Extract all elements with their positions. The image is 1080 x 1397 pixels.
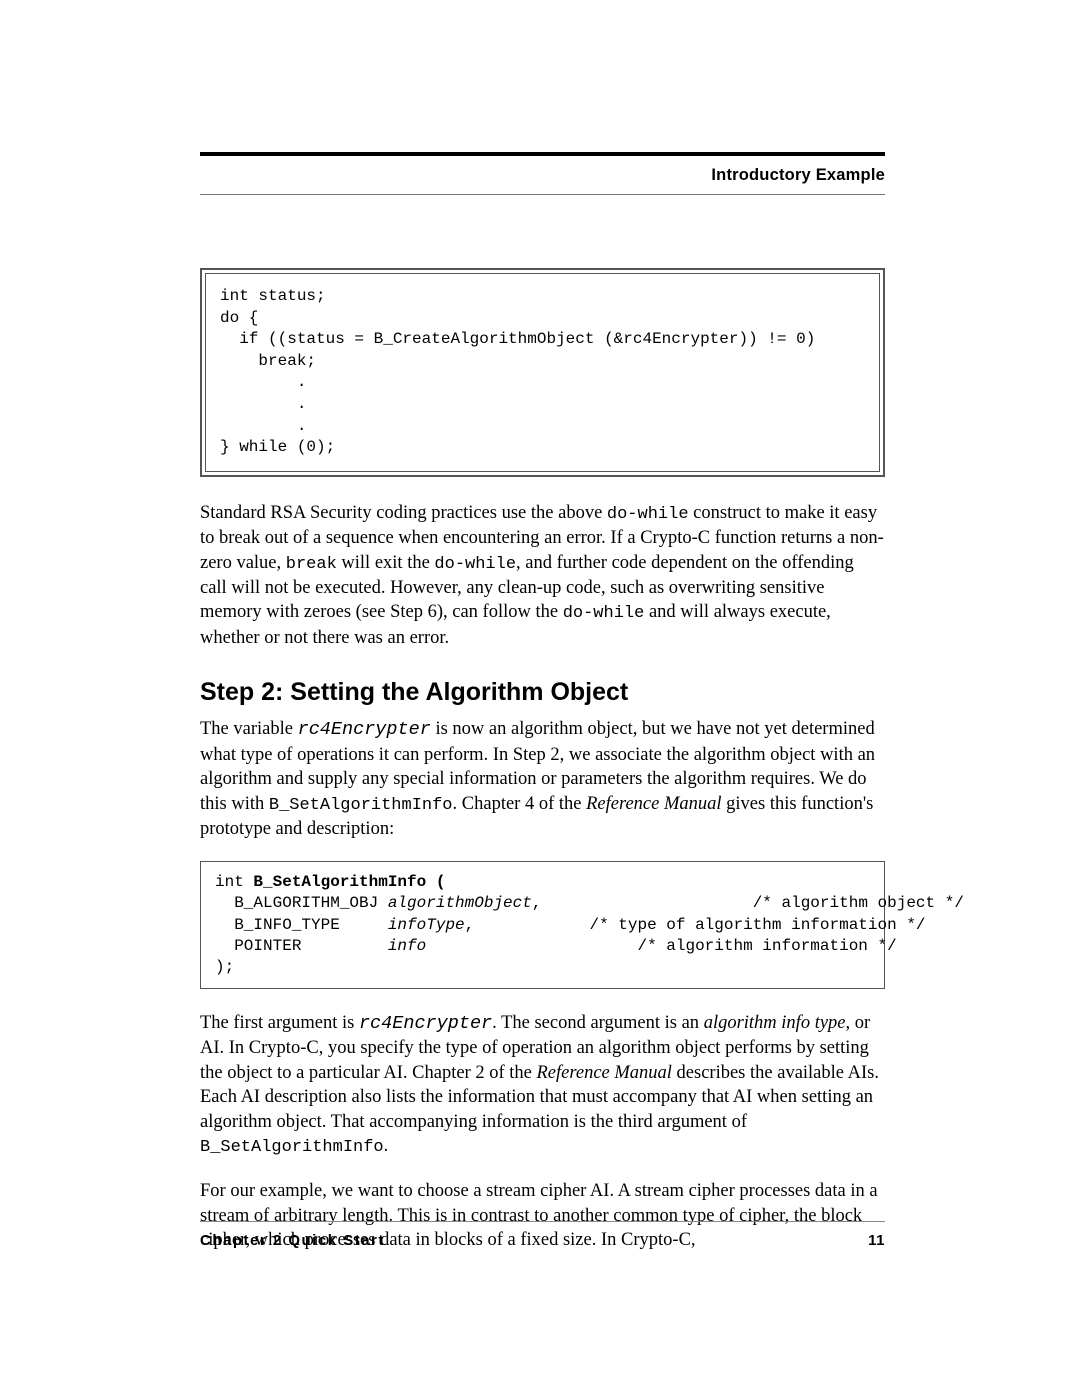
text: The variable (200, 719, 298, 739)
code-text: B_ALGORITHM_OBJ (215, 894, 388, 912)
top-thin-rule (200, 194, 885, 195)
heading-step2: Step 2: Setting the Algorithm Object (200, 678, 885, 707)
code-text: B_INFO_TYPE (215, 916, 388, 934)
footer-chapter: Chapter 2 Quick Start (200, 1232, 385, 1249)
code-inline: do-while (434, 555, 516, 574)
code-param: infoType (388, 916, 465, 934)
running-header: Introductory Example (711, 166, 885, 185)
code-inline: B_SetAlgorithmInfo (200, 1138, 384, 1157)
top-thick-rule (200, 152, 885, 156)
code-param: info (388, 937, 426, 955)
italic-term: algorithm info type (704, 1013, 846, 1033)
code-text: , /* algorithm object */ (532, 894, 964, 912)
text: Standard RSA Security coding practices u… (200, 503, 607, 523)
code-bold: B_SetAlgorithmInfo ( (253, 873, 445, 891)
code-inline-var: rc4Encrypter (359, 1013, 492, 1034)
code-text: int (215, 873, 253, 891)
text: . The second argument is an (492, 1013, 704, 1033)
page-footer: Chapter 2 Quick Start 11 (200, 1221, 885, 1249)
footer-page-number: 11 (868, 1232, 885, 1249)
code-inline: break (286, 555, 337, 574)
italic-ref: Reference Manual (536, 1063, 671, 1083)
text: . Chapter 4 of the (453, 794, 587, 814)
code-inline: do-while (563, 604, 645, 623)
paragraph-ai-description: The first argument is rc4Encrypter. The … (200, 1011, 885, 1159)
paragraph-do-while: Standard RSA Security coding practices u… (200, 501, 885, 651)
code-param: algorithmObject (388, 894, 532, 912)
text: . (384, 1136, 389, 1156)
code-text: /* algorithm information */ (426, 937, 896, 955)
code-inline: B_SetAlgorithmInfo (269, 796, 453, 815)
code-text: ); (215, 958, 234, 976)
code-block-1: int status; do { if ((status = B_CreateA… (200, 268, 885, 477)
content-area: int status; do { if ((status = B_CreateA… (200, 268, 885, 1273)
footer-row: Chapter 2 Quick Start 11 (200, 1232, 885, 1249)
code-block-1-inner: int status; do { if ((status = B_CreateA… (205, 273, 880, 472)
page: Introductory Example int status; do { if… (0, 0, 1080, 1397)
code-text: POINTER (215, 937, 388, 955)
code-inline-var: rc4Encrypter (298, 719, 431, 740)
text: The first argument is (200, 1013, 359, 1033)
paragraph-step2-intro: The variable rc4Encrypter is now an algo… (200, 717, 885, 841)
code-block-2: int B_SetAlgorithmInfo ( B_ALGORITHM_OBJ… (200, 861, 885, 989)
italic-ref: Reference Manual (586, 794, 721, 814)
text: will exit the (337, 553, 435, 573)
code-inline: do-while (607, 505, 689, 524)
code-text: , /* type of algorithm information */ (465, 916, 926, 934)
footer-rule (200, 1221, 885, 1222)
